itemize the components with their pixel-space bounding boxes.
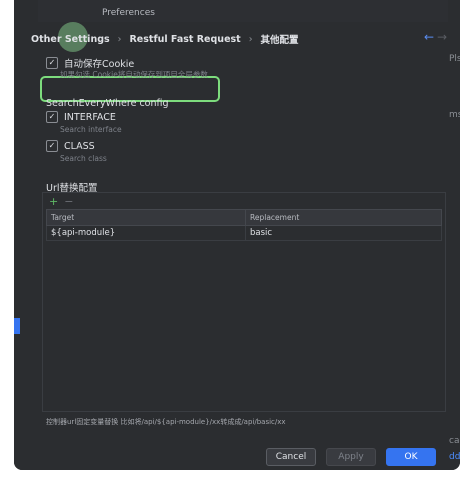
table-row[interactable]: ${api-module} basic: [46, 225, 442, 241]
column-header-replacement[interactable]: Replacement: [245, 209, 442, 226]
cell-replacement[interactable]: basic: [245, 225, 442, 241]
interface-label: INTERFACE: [64, 111, 116, 123]
column-header-target[interactable]: Target: [46, 209, 246, 226]
cell-target[interactable]: ${api-module}: [46, 225, 246, 241]
breadcrumb: Other Settings › Restful Fast Request › …: [31, 32, 299, 47]
auto-save-cookie-description: 如果勾选 Cookie将自动保存到项目全局参数: [60, 70, 208, 79]
auto-save-cookie-label: 自动保存Cookie: [64, 59, 135, 70]
auto-save-cookie-checkbox[interactable]: ✓ 自动保存Cookie: [46, 56, 134, 70]
interface-checkbox[interactable]: ✓ INTERFACE: [46, 111, 116, 123]
dialog-button-bar: Cancel Apply OK: [24, 444, 448, 470]
table-toolbar: + −: [43, 193, 445, 209]
checkmark-icon[interactable]: ✓: [46, 57, 58, 69]
chevron-right-icon: ›: [117, 33, 122, 45]
preferences-window: Pls ms cal dd Preferences Other Settings…: [14, 0, 460, 470]
remove-icon[interactable]: −: [64, 195, 73, 208]
breadcrumb-item-other-config: 其他配置: [260, 35, 299, 46]
window-title: Preferences: [102, 8, 155, 18]
background-text: Pls: [449, 54, 460, 64]
url-replace-footnote: 控制器url固定变量替换 比如将/api/${api-module}/xx转成成…: [46, 418, 286, 426]
breadcrumb-item-restful-fast-request[interactable]: Restful Fast Request: [129, 34, 240, 45]
arrow-right-icon[interactable]: →: [437, 30, 447, 44]
apply-button[interactable]: Apply: [326, 448, 376, 466]
class-checkbox[interactable]: ✓ CLASS: [46, 140, 95, 152]
background-text: cal: [449, 436, 460, 446]
add-icon[interactable]: +: [49, 195, 58, 208]
url-replace-table: Target Replacement ${api-module} basic: [46, 209, 442, 241]
checkmark-icon[interactable]: ✓: [46, 111, 58, 123]
background-text: dd: [449, 452, 460, 462]
arrow-left-icon[interactable]: ←: [424, 30, 434, 44]
url-replace-table-panel: + − Target Replacement ${api-module} bas…: [42, 192, 446, 412]
checkmark-icon[interactable]: ✓: [46, 140, 58, 152]
interface-description: Search interface: [60, 125, 122, 134]
ok-button[interactable]: OK: [386, 448, 436, 466]
chevron-right-icon: ›: [248, 33, 253, 45]
search-config-title: SearchEveryWhere config: [46, 98, 169, 109]
selected-nav-indicator: [14, 318, 20, 334]
table-header-row: Target Replacement: [46, 209, 442, 226]
breadcrumb-item-other-settings[interactable]: Other Settings: [31, 34, 110, 45]
cancel-button[interactable]: Cancel: [266, 448, 316, 466]
background-right-panel: Pls ms cal dd: [448, 0, 460, 470]
class-description: Search class: [60, 154, 107, 163]
class-label: CLASS: [64, 140, 95, 152]
background-text: ms: [449, 110, 460, 120]
